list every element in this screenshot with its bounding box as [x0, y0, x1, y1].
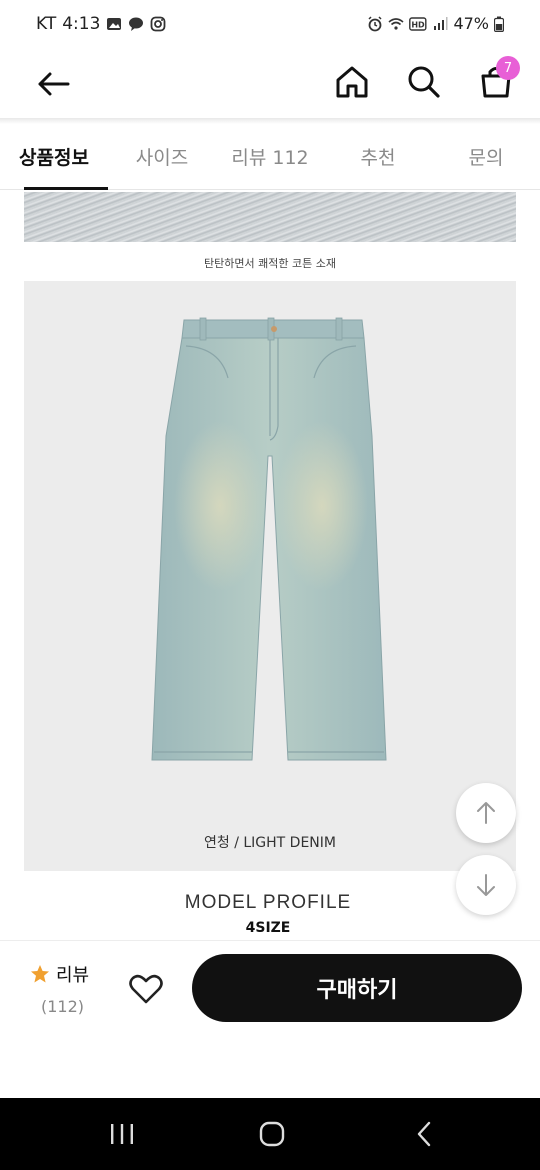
review-heading: 리뷰 — [30, 961, 89, 987]
battery-icon — [494, 16, 504, 32]
fabric-detail-image — [24, 192, 516, 242]
alarm-icon — [368, 15, 382, 31]
bottom-action-bar: 리뷰 (112) 구매하기 — [0, 940, 540, 1098]
wifi-icon — [388, 17, 404, 30]
arrow-up-icon — [477, 802, 495, 824]
status-left: KT 4:13 — [36, 14, 166, 34]
scroll-bottom-button[interactable] — [456, 855, 516, 915]
cart-count-badge: 7 — [496, 56, 520, 80]
tab-recommend[interactable]: 추천 — [324, 124, 432, 189]
home-icon[interactable] — [332, 62, 372, 102]
review-summary[interactable]: 리뷰 (112) — [30, 961, 89, 1016]
svg-text:HD: HD — [412, 20, 426, 29]
model-size-label: 4SIZE — [245, 920, 291, 936]
review-label: 리뷰 — [56, 965, 90, 986]
battery-percent: 47% — [453, 14, 489, 33]
instagram-icon — [151, 16, 166, 32]
home-circle-icon — [259, 1121, 285, 1147]
tab-reviews[interactable]: 리뷰 112 — [216, 124, 324, 189]
star-icon — [31, 965, 49, 983]
carrier-label: KT — [36, 14, 57, 34]
clock: 4:13 — [62, 14, 101, 34]
tab-product-info[interactable]: 상품정보 — [0, 124, 108, 190]
heart-icon[interactable] — [128, 971, 164, 1007]
fabric-caption: 탄탄하면서 쾌적한 코튼 소재 — [204, 257, 336, 270]
status-bar: KT 4:13 HD 47% — [0, 0, 540, 50]
arrow-down-icon — [477, 874, 495, 896]
gallery-icon — [107, 18, 122, 30]
hd-voice-icon: HD — [409, 16, 427, 31]
back-nav-button[interactable] — [404, 1118, 444, 1150]
tab-size[interactable]: 사이즈 — [108, 124, 216, 189]
recent-apps-icon — [111, 1124, 133, 1144]
search-icon[interactable] — [404, 62, 444, 102]
jeans-product-image — [151, 317, 387, 761]
app-header: 7 — [0, 50, 540, 120]
kakaotalk-icon — [129, 17, 144, 31]
recent-apps-button[interactable] — [102, 1118, 142, 1150]
back-chevron-icon — [417, 1121, 431, 1147]
status-right: HD 47% — [367, 14, 504, 33]
scroll-top-button[interactable] — [456, 783, 516, 843]
product-color-caption: 연청 / LIGHT DENIM — [204, 835, 336, 851]
tab-inquiry[interactable]: 문의 — [432, 124, 540, 189]
model-profile-title: MODEL PROFILE — [184, 892, 352, 913]
back-arrow-icon[interactable] — [34, 64, 74, 104]
signal-icon — [434, 16, 448, 30]
buy-button[interactable]: 구매하기 — [192, 954, 522, 1022]
system-nav-bar — [0, 1098, 540, 1170]
review-count: (112) — [41, 997, 85, 1016]
product-tabs: 상품정보 사이즈 리뷰 112 추천 문의 — [0, 124, 540, 190]
home-nav-button[interactable] — [252, 1118, 292, 1150]
